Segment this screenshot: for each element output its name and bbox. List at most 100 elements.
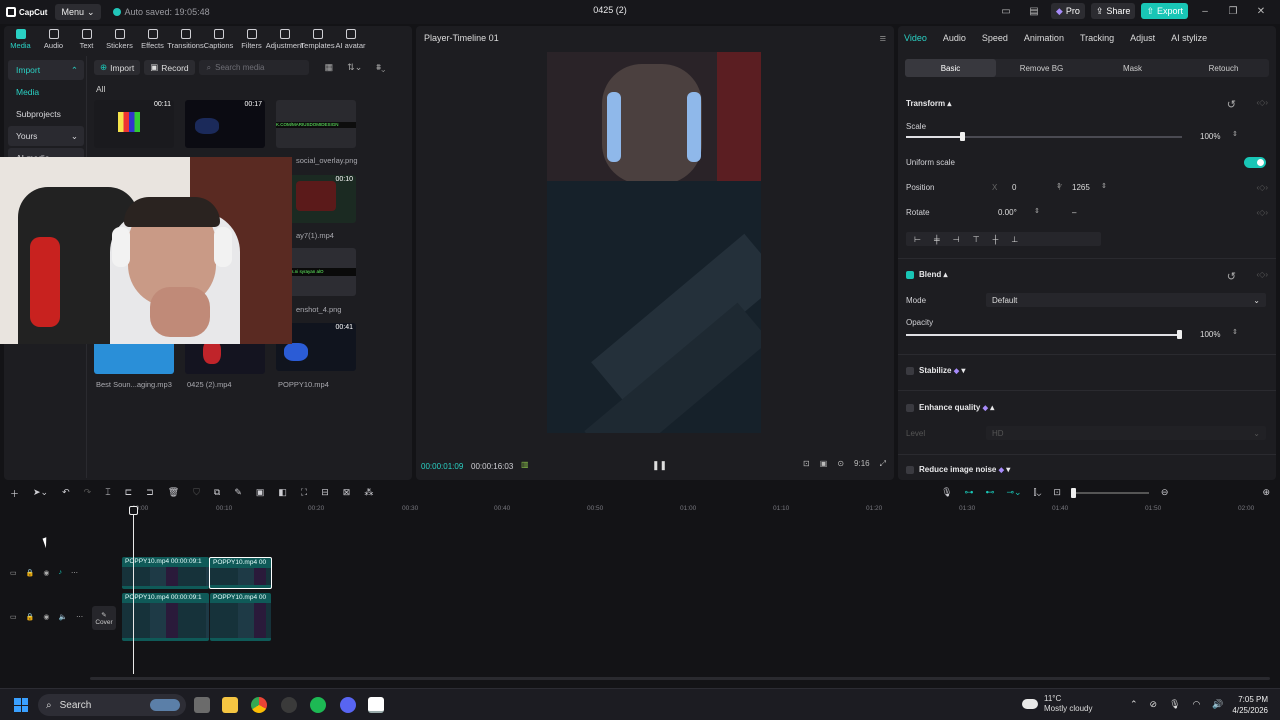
capcut-taskbar-icon[interactable] bbox=[368, 697, 384, 713]
minimize-icon[interactable]: – bbox=[1194, 6, 1216, 17]
scale-slider-handle[interactable] bbox=[960, 132, 965, 141]
speaker-icon[interactable]: 🔈 bbox=[58, 613, 67, 621]
reduce-noise-checkbox[interactable] bbox=[906, 466, 914, 474]
position-y-input[interactable]: 1265 bbox=[1072, 183, 1090, 192]
tab-animation[interactable]: Animation bbox=[1024, 33, 1064, 43]
keyframe-icon[interactable]: ‹◇› bbox=[1257, 98, 1268, 107]
tool-filters[interactable]: Filters bbox=[235, 26, 268, 50]
caption-icon[interactable]: ⊡ bbox=[1053, 487, 1061, 498]
level-select[interactable]: HD ⌄ bbox=[986, 426, 1266, 440]
scale-slider[interactable] bbox=[906, 132, 1182, 141]
freeze-icon[interactable]: ▣ bbox=[256, 487, 265, 500]
blend-checkbox[interactable] bbox=[906, 271, 914, 279]
auto-reframe-icon[interactable]: ⛶ bbox=[301, 487, 307, 500]
subtab-retouch[interactable]: Retouch bbox=[1178, 59, 1269, 77]
eye-icon[interactable]: ◉ bbox=[43, 613, 49, 621]
export-button[interactable]: ⇧ Export bbox=[1141, 3, 1188, 19]
network-icon[interactable]: ⊘ bbox=[1150, 699, 1158, 710]
track-toggle-icon[interactable]: ▭ bbox=[10, 613, 17, 621]
opacity-slider-handle[interactable] bbox=[1177, 330, 1182, 339]
stepper-icon[interactable]: ⇕ bbox=[1232, 130, 1238, 138]
timeline-ruler[interactable]: 00:00 00:10 00:20 00:30 00:40 00:50 01:0… bbox=[90, 505, 1280, 517]
taskbar-search[interactable]: ⌕ Search bbox=[38, 694, 186, 716]
sidebar-item-import[interactable]: Import ⌃ bbox=[8, 60, 84, 80]
mirror-icon[interactable]: ◧ bbox=[278, 487, 287, 500]
split-icon[interactable]: ⌶ bbox=[105, 487, 110, 500]
spotify-icon[interactable] bbox=[310, 697, 326, 713]
microphone-icon[interactable]: 🎙 bbox=[941, 487, 952, 498]
stepper-icon[interactable]: ⇕ bbox=[1034, 207, 1040, 215]
project-title[interactable]: 0425 (2) bbox=[560, 5, 660, 15]
share-button[interactable]: ⇪ Share bbox=[1090, 3, 1136, 19]
more-icon[interactable]: ⋯ bbox=[76, 613, 83, 621]
pause-button[interactable]: ❚❚ bbox=[652, 460, 667, 471]
reduce-noise-section[interactable]: Reduce image noise ◆ ▾ bbox=[919, 465, 1010, 474]
reset-icon[interactable]: ↺ bbox=[1227, 98, 1236, 111]
undo-icon[interactable]: ↶ bbox=[62, 487, 70, 500]
sidebar-item-media[interactable]: Media bbox=[8, 82, 84, 102]
crop-icon[interactable]: ⊙ bbox=[837, 459, 844, 469]
stabilize-checkbox[interactable] bbox=[906, 367, 914, 375]
blend-mode-select[interactable]: Default ⌄ bbox=[986, 293, 1266, 307]
chrome-icon[interactable] bbox=[251, 697, 267, 713]
reset-icon[interactable]: ↺ bbox=[1227, 270, 1236, 283]
snapshot-icon[interactable]: ⊡ bbox=[803, 459, 810, 469]
tool-transitions[interactable]: Transitions bbox=[167, 26, 204, 50]
link-icon[interactable]: ⊶ bbox=[965, 487, 974, 498]
flip-button[interactable]: – bbox=[1072, 208, 1076, 217]
subtab-remove-bg[interactable]: Remove BG bbox=[996, 59, 1087, 77]
microphone-icon[interactable]: 🎙 bbox=[1169, 699, 1180, 710]
tool-media[interactable]: Media bbox=[4, 26, 37, 50]
align-center-h-icon[interactable]: ╪ bbox=[934, 235, 940, 244]
media-thumbnail[interactable]: 00:17 bbox=[185, 100, 265, 148]
close-icon[interactable]: ✕ bbox=[1250, 6, 1272, 17]
record-button[interactable]: ▣ Record bbox=[144, 60, 195, 75]
redo-icon[interactable]: ↷ bbox=[84, 487, 92, 500]
zoom-in-icon[interactable]: ⊕ bbox=[1262, 487, 1270, 498]
tab-speed[interactable]: Speed bbox=[982, 33, 1008, 43]
task-view-icon[interactable] bbox=[194, 697, 210, 713]
playhead[interactable] bbox=[129, 506, 138, 674]
split-right-icon[interactable]: ⊐ bbox=[146, 487, 154, 500]
wifi-icon[interactable]: ◠ bbox=[1193, 699, 1201, 710]
opacity-value[interactable]: 100% bbox=[1200, 330, 1220, 339]
track-toggle-icon[interactable]: ▭ bbox=[10, 569, 17, 577]
stepper-icon[interactable]: ⇕ bbox=[1101, 182, 1107, 190]
discord-icon[interactable] bbox=[340, 697, 356, 713]
media-thumbnail[interactable]: K.COM/MARIUSDOMIDESIGN bbox=[276, 100, 356, 148]
eye-icon[interactable]: ◉ bbox=[43, 569, 49, 577]
tool-stickers[interactable]: Stickers bbox=[103, 26, 136, 50]
app-icon[interactable] bbox=[281, 697, 297, 713]
uniform-scale-toggle[interactable] bbox=[1244, 157, 1266, 168]
tool-adjustment[interactable]: Adjustment bbox=[266, 26, 303, 50]
stabilize-section[interactable]: Stabilize ◆ ▾ bbox=[919, 366, 965, 375]
tab-all[interactable]: All bbox=[96, 84, 105, 94]
preview-axis-icon[interactable]: ⫿⌄ bbox=[1034, 487, 1042, 498]
media-search-input[interactable]: ⌕ Search media bbox=[198, 60, 309, 75]
audio-icon[interactable]: ♪ bbox=[58, 569, 62, 577]
shield-icon[interactable]: ⛉ bbox=[193, 487, 200, 500]
keyframe-icon[interactable]: ‹◇› bbox=[1257, 183, 1268, 192]
crop-icon[interactable]: ⧉ bbox=[214, 487, 220, 500]
tool-audio[interactable]: Audio bbox=[37, 26, 70, 50]
aspect-ratio-button[interactable]: 9:16 bbox=[854, 459, 870, 469]
filter-icon[interactable]: ⩩⌄ bbox=[376, 62, 385, 73]
split-left-icon[interactable]: ⊏ bbox=[125, 487, 133, 500]
import-button[interactable]: ⊕ Import bbox=[94, 60, 141, 75]
quality-icon[interactable]: ▣ bbox=[820, 459, 828, 469]
system-clock[interactable]: 7:05 PM 4/25/2026 bbox=[1232, 694, 1268, 716]
timeline-clip[interactable]: POPPY10.mp4 00 bbox=[210, 593, 271, 641]
subtab-basic[interactable]: Basic bbox=[905, 59, 996, 77]
maximize-icon[interactable]: ❐ bbox=[1222, 6, 1244, 17]
more-icon[interactable]: ⋯ bbox=[71, 569, 78, 577]
fullscreen-icon[interactable]: ⤢ bbox=[880, 459, 886, 469]
shortcut-icon[interactable]: ▤ bbox=[1023, 6, 1045, 17]
keyframe-icon[interactable]: ‹◇› bbox=[1257, 208, 1268, 217]
tool-captions[interactable]: Captions bbox=[202, 26, 235, 50]
add-track-icon[interactable]: ＋ bbox=[10, 487, 19, 500]
align-right-icon[interactable]: ⊣ bbox=[953, 235, 960, 244]
playhead-handle[interactable] bbox=[129, 506, 138, 515]
tool-ai-avatar[interactable]: AI avatar bbox=[334, 26, 367, 50]
tab-video[interactable]: Video bbox=[904, 33, 927, 43]
tab-tracking[interactable]: Tracking bbox=[1080, 33, 1114, 43]
